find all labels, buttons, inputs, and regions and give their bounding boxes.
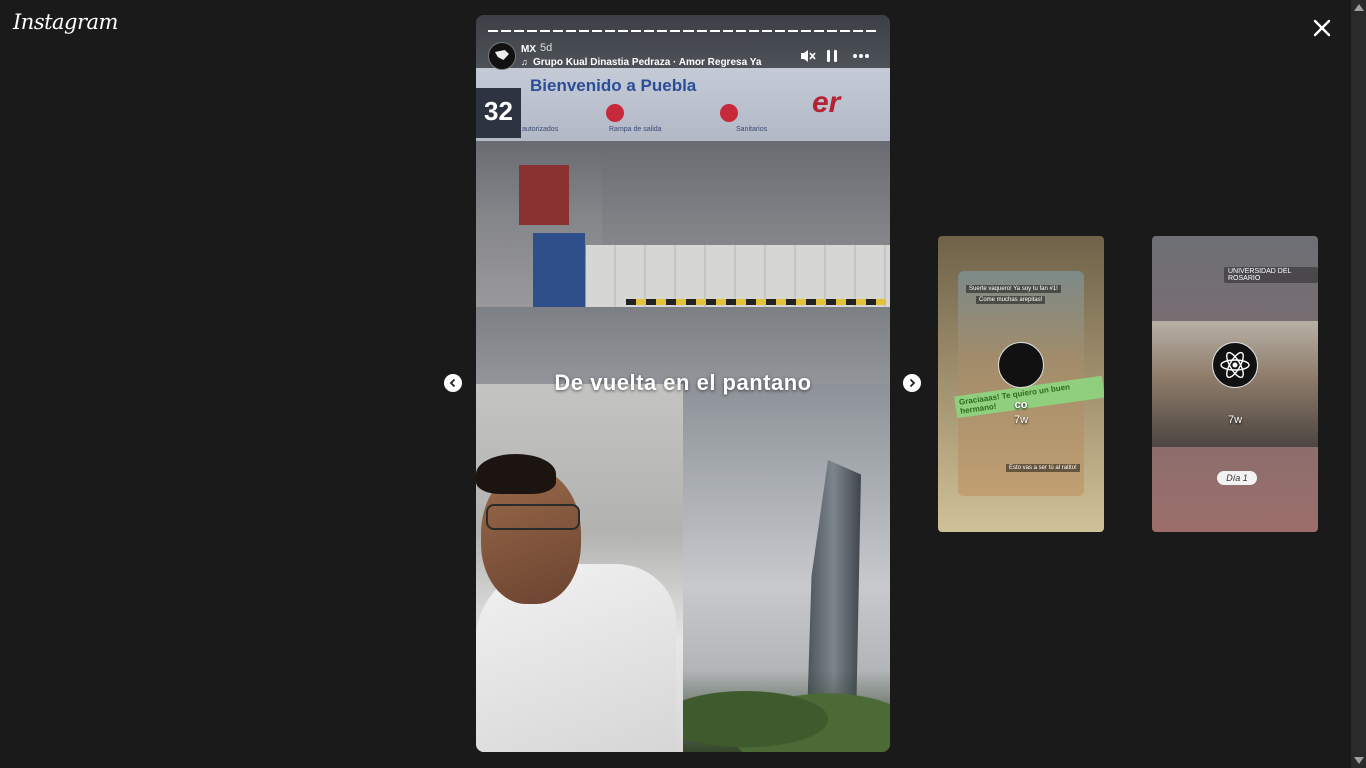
progress-segment [800, 30, 811, 32]
banner-caption: autorizados [522, 126, 559, 133]
progress-segment [514, 30, 525, 32]
chevron-left-icon [449, 378, 456, 388]
story-photo-bus-station: 32 Bienvenido a Puebla autorizados Rampa… [476, 15, 890, 384]
arrow-up-sign-icon [606, 104, 624, 122]
close-button[interactable] [1309, 15, 1335, 41]
atom-icon [1220, 351, 1250, 379]
story-avatar[interactable] [488, 42, 516, 70]
progress-segment [644, 30, 655, 32]
station-banner: 32 Bienvenido a Puebla autorizados Rampa… [476, 68, 890, 141]
music-icon: ♫ [521, 57, 528, 67]
progress-segment [657, 30, 668, 32]
progress-segment [683, 30, 694, 32]
fire-cabinet [519, 165, 569, 225]
instagram-logo[interactable]: Instagram [13, 10, 118, 34]
progress-segment [618, 30, 629, 32]
pause-icon [827, 50, 837, 62]
progress-segment [722, 30, 733, 32]
story-music-label[interactable]: Grupo Kual Dinastia Pedraza · Amor Regre… [533, 57, 761, 68]
progress-segment [774, 30, 785, 32]
scroll-down-icon[interactable] [1354, 757, 1364, 764]
progress-segment [605, 30, 616, 32]
progress-segment [696, 30, 707, 32]
progress-segment [826, 30, 837, 32]
progress-segment [488, 30, 499, 32]
story-header: MX 5d ♫ Grupo Kual Dinastia Pedraza · Am… [488, 42, 878, 70]
glasses [486, 504, 580, 530]
preview-note: Come muchas arepitas! [976, 296, 1046, 304]
next-story-button[interactable] [903, 374, 921, 392]
mute-icon [801, 50, 816, 62]
location-tag: UNIVERSIDAD DEL ROSARIO [1224, 267, 1318, 283]
progress-segment [813, 30, 824, 32]
trees [683, 670, 890, 752]
pause-button[interactable] [823, 47, 841, 65]
progress-segment [670, 30, 681, 32]
progress-segment [761, 30, 772, 32]
progress-segment [748, 30, 759, 32]
story-photo-selfie [476, 384, 683, 752]
preview-time-ago: 7w [1013, 414, 1029, 426]
banner-caption: Rampa de salida [609, 126, 662, 133]
progress-segment [566, 30, 577, 32]
progress-segment [735, 30, 746, 32]
story-username[interactable]: MX [521, 44, 536, 55]
close-icon [1313, 19, 1331, 37]
progress-segment [709, 30, 720, 32]
progress-segment [839, 30, 850, 32]
progress-segment [787, 30, 798, 32]
blue-pillar [533, 233, 585, 313]
story-preview-card[interactable]: Suerte vaquero! Ya soy tu fan #1! Come m… [938, 236, 1104, 532]
banner-title: Bienvenido a Puebla [530, 76, 697, 95]
progress-segment [540, 30, 551, 32]
story-progress-bar [488, 30, 876, 32]
preview-avatar [998, 342, 1044, 388]
story-viewer[interactable]: 32 Bienvenido a Puebla autorizados Rampa… [476, 15, 890, 752]
more-options-button[interactable] [851, 47, 869, 65]
preview-username: co [1014, 399, 1028, 411]
preview-avatar [1212, 342, 1258, 388]
banner-gate-number: 32 [476, 88, 521, 138]
scroll-up-icon[interactable] [1354, 4, 1364, 11]
arrow-up-sign-icon [720, 104, 738, 122]
hazard-stripe [626, 299, 886, 305]
story-preview-card[interactable]: UNIVERSIDAD DEL ROSARIO 7w Día 1 [1152, 236, 1318, 532]
preview-time-ago: 7w [1227, 414, 1243, 426]
progress-segment [553, 30, 564, 32]
hair [476, 454, 556, 494]
progress-segment [579, 30, 590, 32]
window-glass [602, 150, 890, 250]
more-icon [853, 54, 869, 58]
preview-note: Esto vas a ser tú al ratito! [1006, 464, 1080, 472]
banner-caption: Sanitarios [736, 126, 768, 133]
progress-segment [852, 30, 863, 32]
banner-brand-logo: er [812, 86, 841, 119]
story-caption: De vuelta en el pantano [554, 370, 812, 395]
progress-segment [865, 30, 876, 32]
progress-segment [592, 30, 603, 32]
progress-segment [631, 30, 642, 32]
chevron-right-icon [909, 378, 916, 388]
scrollbar[interactable] [1351, 0, 1366, 768]
story-time-ago: 5d [540, 42, 553, 54]
progress-segment [501, 30, 512, 32]
previous-story-button[interactable] [444, 374, 462, 392]
day-label: Día 1 [1217, 471, 1257, 485]
progress-segment [527, 30, 538, 32]
mute-button[interactable] [799, 47, 817, 65]
preview-note: Suerte vaquero! Ya soy tu fan #1! [966, 285, 1061, 293]
